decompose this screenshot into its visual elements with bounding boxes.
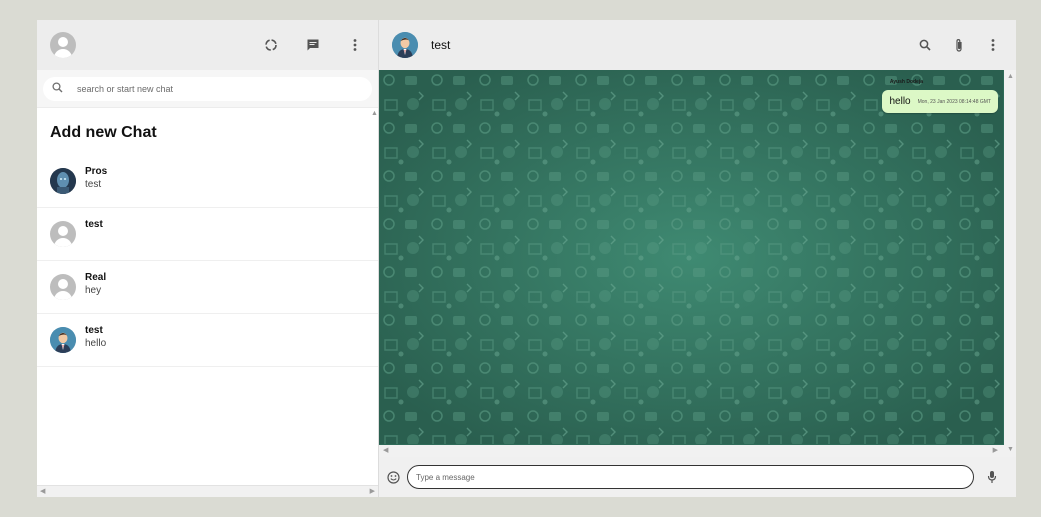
search-box [43, 77, 372, 101]
chat-list-item[interactable]: Pros test [37, 155, 378, 208]
contact-name: Real [85, 272, 107, 283]
contact-avatar [50, 221, 76, 247]
last-message: test [85, 179, 102, 190]
message-timestamp: Mon, 23 Jan 2023 08:14:48 GMT [917, 98, 991, 105]
contact-name: test [85, 219, 103, 230]
message-input[interactable] [407, 465, 974, 489]
contact-name: test [85, 325, 103, 336]
status-icon[interactable] [261, 35, 281, 55]
last-message: hello [85, 338, 107, 349]
emoji-icon[interactable] [385, 467, 401, 487]
app-window: Add new Chat Pros test test [37, 20, 1016, 497]
search-icon[interactable] [52, 80, 63, 98]
contact-name: Pros [85, 166, 108, 177]
contact-avatar [50, 168, 76, 194]
sidebar-header [37, 20, 378, 70]
add-new-chat-button[interactable]: Add new Chat [37, 108, 378, 155]
chat-vertical-scrollbar[interactable]: ▲ ▼ [1004, 70, 1016, 456]
menu-icon[interactable] [983, 35, 1003, 55]
last-message: hey [85, 285, 102, 296]
search-icon[interactable] [915, 35, 935, 55]
composer-bar [379, 457, 1016, 497]
sidebar-vertical-scrollbar[interactable]: ▲ [370, 108, 378, 485]
new-chat-icon[interactable] [303, 35, 323, 55]
sidebar-horizontal-scrollbar[interactable]: ◀ ▶ [37, 485, 378, 497]
chat-horizontal-scrollbar[interactable]: ◀ ▶ [379, 445, 1016, 457]
chat-avatar[interactable] [392, 32, 418, 58]
chat-list-item[interactable]: Real hey [37, 261, 378, 314]
message-sender: Ayush Dodeja [889, 79, 923, 85]
contact-avatar [50, 327, 76, 353]
chat-title: test [431, 38, 451, 52]
chat-list-item[interactable]: test [37, 208, 378, 261]
search-bar [37, 70, 378, 108]
contact-avatar [50, 274, 76, 300]
chat-list-item[interactable]: test hello [37, 314, 378, 367]
chat-header: test [379, 20, 1016, 70]
chat-list: Add new Chat Pros test test Real hey tes… [37, 108, 378, 485]
microphone-icon[interactable] [982, 467, 1002, 487]
sidebar: Add new Chat Pros test test [37, 20, 379, 497]
message-bubble[interactable]: hello Mon, 23 Jan 2023 08:14:48 GMT [882, 90, 998, 113]
attach-icon[interactable] [949, 35, 969, 55]
message-area: Ayush Dodeja hello Mon, 23 Jan 2023 08:1… [379, 70, 1016, 445]
search-input[interactable] [77, 84, 327, 94]
message-text: hello [889, 96, 911, 107]
background-pattern [379, 70, 1003, 444]
user-avatar[interactable] [50, 32, 76, 58]
menu-icon[interactable] [345, 35, 365, 55]
chat-panel: test Ayush Dodeja hello Mon, 23 Jan 2023… [379, 20, 1016, 497]
